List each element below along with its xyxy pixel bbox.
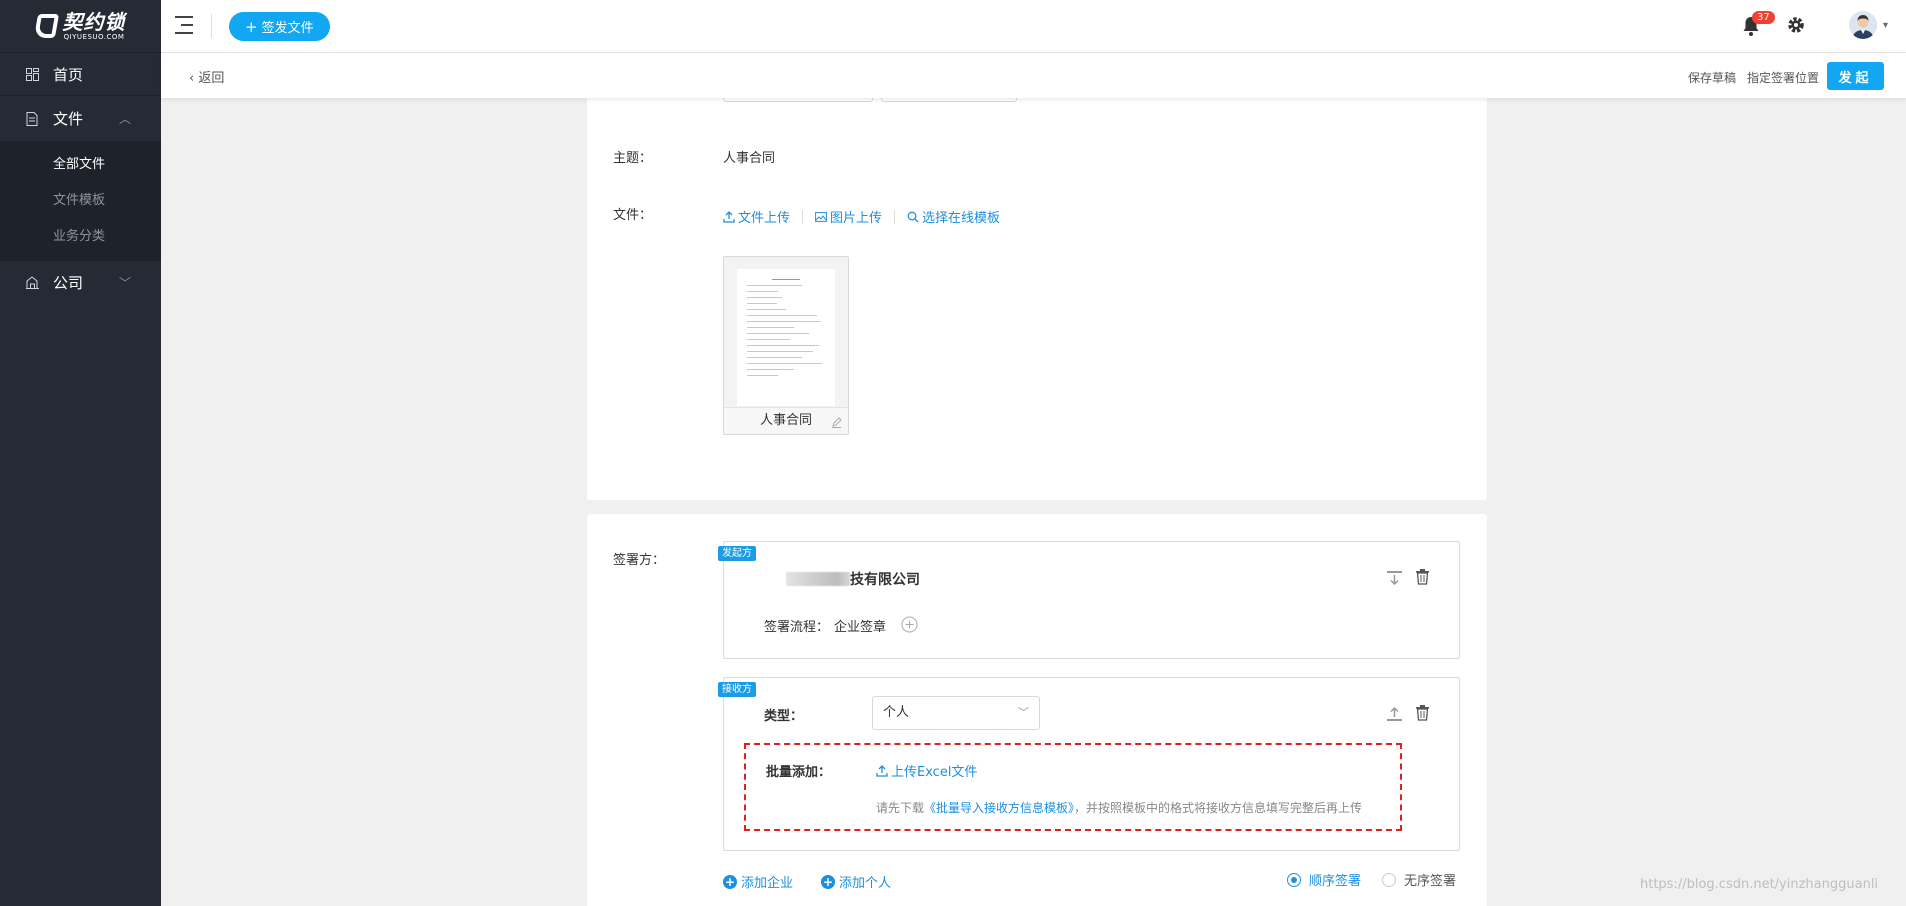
receiver-party-card: 接收方 类型： 个人 ﹀ 批量添加： 上传Excel文件 请先下载《批量导入接收…: [718, 677, 1460, 851]
submenu-item-all-files[interactable]: 全部文件: [0, 147, 161, 183]
logo-text: 契约锁: [62, 9, 126, 34]
file-label: 文件：: [613, 208, 653, 223]
send-file-label: 签发文件: [261, 21, 314, 36]
back-label: 返回: [198, 71, 225, 86]
files-submenu: 全部文件 文件模板 业务分类: [0, 141, 161, 261]
dashboard-icon: [25, 67, 39, 81]
top-bar: + 签发文件 37 ▾: [161, 0, 1906, 53]
signers-card: 签署方： 发起方 技有限公司 签署流程： 企业签章 接收方 类型： 个人 ﹀ 批…: [587, 514, 1487, 906]
unordered-sign-radio[interactable]: 无序签署: [1382, 870, 1456, 889]
divider: [211, 14, 212, 38]
add-company-label: 添加企业: [741, 876, 794, 891]
move-down-icon[interactable]: [1387, 570, 1402, 586]
sidebar-item-company[interactable]: 公司 ﹀: [0, 261, 161, 303]
notification-badge: 37: [1752, 11, 1775, 24]
initiator-party-card: 发起方 技有限公司 签署流程： 企业签章: [718, 541, 1460, 659]
initiator-company-name: 技有限公司: [786, 569, 920, 589]
divider: [802, 209, 804, 224]
receiver-tag: 接收方: [718, 682, 756, 697]
plus-circle-icon: +: [821, 874, 835, 889]
hint-text: 请先下载: [876, 801, 925, 815]
upload-excel-link[interactable]: 上传Excel文件: [876, 761, 977, 780]
template-download-link[interactable]: 《批量导入接收方信息模板》: [924, 801, 1074, 815]
gear-icon[interactable]: [1786, 15, 1806, 35]
chevron-up-icon: ︿: [118, 112, 131, 126]
chevron-down-icon: ﹀: [118, 275, 131, 290]
submenu-item-business-categories[interactable]: 业务分类: [0, 219, 161, 255]
initiator-tag: 发起方: [718, 546, 756, 561]
divider: [894, 209, 896, 224]
document-info-card: 主题： 人事合同 文件： 文件上传 图片上传 选择在线模板 人事合同: [587, 92, 1487, 500]
logo-mark-icon: [33, 14, 59, 38]
search-template-icon: [907, 211, 919, 222]
chevron-down-icon[interactable]: ▾: [1883, 20, 1888, 31]
redacted-text: [786, 572, 850, 586]
plus-icon: +: [245, 17, 258, 36]
trash-icon[interactable]: [1415, 569, 1430, 585]
sidebar-item-label: 公司: [53, 273, 84, 292]
trash-icon[interactable]: [1415, 705, 1430, 721]
sign-flow-value: 企业签章: [834, 620, 887, 635]
subject-value: 人事合同: [723, 151, 776, 166]
plus-circle-icon: +: [723, 874, 737, 889]
document-icon: [25, 111, 39, 126]
company-icon: [25, 275, 39, 289]
upload-excel-label: 上传Excel文件: [891, 765, 978, 780]
file-upload-link[interactable]: 文件上传: [723, 207, 790, 226]
document-thumbnail[interactable]: 人事合同: [723, 256, 849, 435]
online-template-label: 选择在线模板: [922, 211, 1001, 226]
type-selected-value: 个人: [883, 705, 910, 720]
upload-icon: [723, 210, 735, 223]
add-flow-icon[interactable]: [901, 616, 918, 633]
company-name-text: 技有限公司: [850, 572, 920, 588]
sidebar-item-files[interactable]: 文件 ︿: [0, 96, 161, 141]
file-upload-label: 文件上传: [738, 211, 791, 226]
type-select[interactable]: 个人 ﹀: [872, 696, 1040, 730]
sidebar: 契约锁 QIYUESUO.COM 首页 文件 ︿ 全部文件 文件模板 业务分类 …: [0, 0, 161, 906]
chevron-down-icon: ﹀: [1018, 706, 1029, 719]
image-upload-label: 图片上传: [830, 211, 883, 226]
unordered-sign-label: 无序签署: [1404, 874, 1457, 889]
chevron-left-icon: ‹: [189, 71, 199, 86]
submenu-item-file-templates[interactable]: 文件模板: [0, 183, 161, 219]
add-company-button[interactable]: + 添加企业: [723, 872, 793, 891]
radio-selected-icon: [1287, 872, 1301, 887]
file-upload-options: 文件上传 图片上传 选择在线模板: [723, 207, 1000, 226]
signers-label: 签署方：: [613, 553, 666, 568]
logo[interactable]: 契约锁 QIYUESUO.COM: [0, 0, 161, 53]
online-template-link[interactable]: 选择在线模板: [907, 207, 1000, 226]
hint-text: ，并按照模板中的格式将接收方信息填写完整后再上传: [1074, 801, 1363, 815]
save-draft-button[interactable]: 保存草稿: [1688, 69, 1736, 86]
avatar[interactable]: [1849, 11, 1877, 39]
batch-add-highlight: 批量添加： 上传Excel文件 请先下载《批量导入接收方信息模板》，并按照模板中…: [744, 743, 1402, 831]
sequential-sign-label: 顺序签署: [1309, 874, 1362, 889]
edit-icon[interactable]: [831, 417, 842, 428]
batch-add-label: 批量添加：: [766, 765, 832, 780]
sidebar-item-home[interactable]: 首页: [0, 53, 161, 96]
menu-toggle-icon[interactable]: [175, 16, 193, 34]
send-file-button[interactable]: + 签发文件: [229, 12, 330, 41]
back-button[interactable]: ‹ 返回: [189, 67, 224, 86]
add-person-label: 添加个人: [839, 876, 892, 891]
document-preview: [737, 269, 835, 406]
add-person-button[interactable]: + 添加个人: [821, 872, 891, 891]
type-label: 类型：: [764, 709, 804, 724]
watermark: https://blog.csdn.net/yinzhangguanli: [1640, 877, 1879, 892]
sidebar-item-label: 首页: [53, 65, 84, 84]
image-icon: [815, 211, 827, 222]
sequential-sign-radio[interactable]: 顺序签署: [1287, 870, 1361, 889]
image-upload-link[interactable]: 图片上传: [815, 207, 882, 226]
subject-label: 主题：: [613, 151, 653, 166]
assign-sign-position-button[interactable]: 指定签署位置: [1747, 69, 1819, 86]
logo-subtext: QIYUESUO.COM: [63, 32, 125, 41]
move-up-icon[interactable]: [1387, 706, 1402, 722]
action-bar: ‹ 返回 保存草稿 指定签署位置 发起: [161, 53, 1906, 98]
sign-flow-label: 签署流程：: [764, 620, 830, 635]
batch-import-hint: 请先下载《批量导入接收方信息模板》，并按照模板中的格式将接收方信息填写完整后再上…: [876, 799, 1362, 816]
radio-unselected-icon: [1382, 872, 1396, 887]
sidebar-item-label: 文件: [53, 110, 84, 128]
upload-icon: [876, 764, 888, 777]
document-file-name: 人事合同: [724, 407, 848, 434]
launch-button[interactable]: 发起: [1827, 62, 1884, 90]
